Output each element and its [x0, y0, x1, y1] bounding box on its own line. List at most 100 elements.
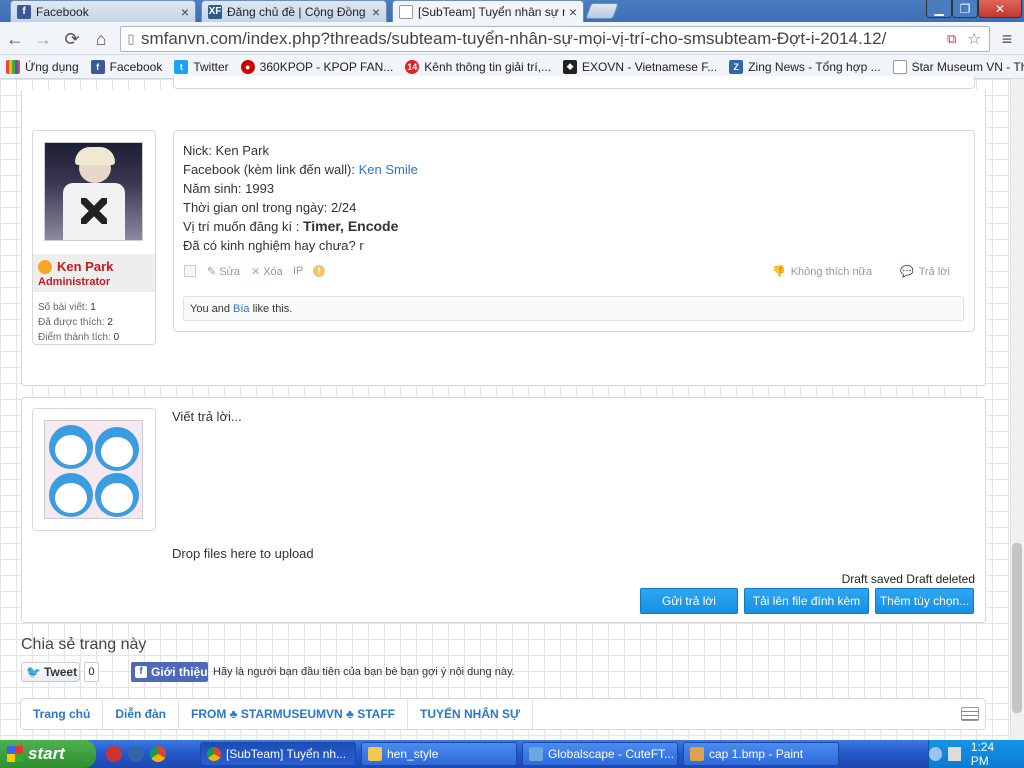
user-stats: Số bài viết: 1 Đã được thích: 2 Điểm thà… [38, 300, 119, 345]
tweet-button[interactable]: 🐦 Tweet [21, 662, 80, 682]
windows-logo-icon [7, 746, 23, 762]
clock[interactable]: 1:24 PM [971, 740, 1012, 768]
url-text: smfanvn.com/index.php?threads/subteam-tu… [141, 29, 887, 48]
facebook-recommend-label: Giới thiệu [151, 665, 208, 679]
xenforo-icon: XF [208, 4, 222, 19]
maximize-button[interactable]: ❐ [952, 0, 978, 18]
liker-link[interactable]: Bía [233, 303, 250, 315]
forward-icon[interactable]: → [32, 28, 54, 50]
apps-icon [6, 59, 20, 74]
tweet-count: 0 [84, 662, 99, 682]
bookmark-twitter[interactable]: t Twitter [174, 59, 229, 74]
reply-button[interactable]: 💬 Trả lời [900, 265, 950, 279]
tab-facebook[interactable]: f Facebook × [10, 0, 196, 22]
stat-label: Điểm thành tích: [38, 332, 111, 343]
chrome-icon[interactable] [150, 746, 166, 762]
drop-zone-text[interactable]: Drop files here to upload [172, 546, 314, 561]
close-window-button[interactable]: ✕ [978, 0, 1022, 18]
system-tray: 1:24 PM [928, 740, 1024, 768]
more-options-button[interactable]: Thêm tùy chọn... [875, 588, 974, 614]
new-tab-button[interactable] [585, 3, 619, 19]
home-icon[interactable]: ⌂ [90, 28, 112, 50]
chrome-icon [207, 747, 221, 761]
reload-icon[interactable]: ⟳ [61, 28, 83, 50]
menu-icon[interactable]: ≡ [996, 28, 1018, 50]
stat-value: 2 [107, 317, 113, 328]
post-line-birth: Năm sinh: 1993 [183, 181, 275, 196]
task-cuteftp[interactable]: Globalscape - CuteFT... [522, 742, 678, 766]
stat-value: 1 [90, 302, 96, 313]
unlike-label: Không thích nữa [790, 265, 873, 278]
edit-button[interactable]: ✎ Sửa [207, 265, 240, 279]
tab-title: Facebook [36, 4, 89, 19]
breadcrumb: Trang chủ Diễn đàn FROM ♣ STARMUSEUMVN ♣… [20, 698, 986, 730]
facebook-recommend-button[interactable]: f Giới thiệu [131, 662, 208, 682]
bookmark-facebook[interactable]: f Facebook [90, 59, 163, 74]
bookmark-exovn[interactable]: ◆ EXOVN - Vietnamese F... [563, 59, 717, 74]
bookmark-label: Facebook [109, 59, 163, 74]
folder-icon [368, 747, 382, 761]
post-line-online: Thời gian onl trong ngày: 2/24 [183, 200, 357, 215]
bookmark-label: Ứng dụng [25, 59, 79, 74]
my-avatar [44, 420, 143, 519]
speech-bubble-icon: 💬 [900, 266, 914, 278]
select-checkbox[interactable] [184, 265, 196, 277]
breadcrumb-home[interactable]: Trang chủ [21, 698, 104, 730]
ie-icon[interactable] [128, 746, 144, 762]
360kpop-icon: ● [240, 59, 255, 74]
task-folder[interactable]: hen_style [361, 742, 517, 766]
bookmark-kenh14[interactable]: 14 Kênh thông tin giải trí,... [405, 59, 551, 74]
task-chrome[interactable]: [SubTeam] Tuyển nh... [200, 742, 356, 766]
tab-xf[interactable]: XF Đăng chủ đề | Cộng Đồng Xe × [201, 0, 387, 22]
bookmark-starmuseum[interactable]: Star Museum VN - The... [892, 59, 1024, 74]
bookmark-apps[interactable]: Ứng dụng [6, 59, 79, 74]
tray-arrow-icon[interactable] [928, 747, 942, 761]
breadcrumb-forums[interactable]: Diễn đàn [103, 698, 180, 730]
stat-posts: Số bài viết: 1 [38, 300, 119, 315]
page-icon [892, 59, 907, 74]
share-title: Chia sẻ trang này [21, 636, 147, 653]
ip-button[interactable]: IP [293, 265, 303, 277]
delete-icon: ✕ [251, 266, 261, 278]
back-icon[interactable]: ← [4, 28, 26, 50]
delete-button[interactable]: ✕ Xóa [251, 265, 283, 279]
scrollbar-thumb[interactable] [1012, 543, 1022, 713]
reply-editor[interactable]: Viết trả lời... [172, 409, 975, 549]
page-icon [399, 4, 413, 19]
close-icon[interactable]: × [372, 4, 380, 20]
tab-title: Đăng chủ đề | Cộng Đồng Xe [227, 4, 368, 19]
volume-icon[interactable] [947, 747, 961, 761]
quicklaunch-icon[interactable] [106, 746, 122, 762]
bookmark-zing[interactable]: Z Zing News - Tổng hợp ... [729, 59, 881, 74]
unlike-button[interactable]: 👎 Không thích nữa [772, 265, 873, 279]
breadcrumb-category[interactable]: FROM ♣ STARMUSEUMVN ♣ STAFF [179, 698, 408, 730]
position-label: Vị trí muốn đăng kí : [183, 219, 303, 234]
username[interactable]: Ken Park [38, 259, 113, 274]
position-value: Timer, Encode [302, 218, 399, 234]
channel14-icon: 14 [405, 59, 420, 74]
facebook-link[interactable]: Ken Smile [359, 162, 418, 177]
thumbs-down-icon: 👎 [772, 266, 786, 278]
ftp-icon [529, 747, 543, 761]
tab-subteam[interactable]: [SubTeam] Tuyển nhân sự m × [392, 0, 584, 22]
start-button[interactable]: start [0, 740, 96, 768]
blocked-icon[interactable]: ⧉ [947, 31, 967, 47]
facebook-label: Facebook (kèm link đến wall): [183, 162, 359, 177]
upload-attachment-button[interactable]: Tải lên file đính kèm [744, 588, 869, 614]
address-bar[interactable]: ▯ smfanvn.com/index.php?threads/subteam-… [120, 26, 990, 52]
user-avatar[interactable] [44, 142, 143, 241]
send-reply-button[interactable]: Gửi trả lời [640, 588, 738, 614]
username-text: Ken Park [57, 259, 114, 274]
task-paint[interactable]: cap 1.bmp - Paint [683, 742, 839, 766]
breadcrumb-subforum[interactable]: TUYỂN NHÂN SỰ [408, 698, 533, 730]
report-icon[interactable]: ! [313, 265, 325, 277]
minimize-button[interactable]: ▁ [926, 0, 952, 18]
likes-suffix: like this. [249, 303, 293, 315]
reply-placeholder: Viết trả lời... [172, 409, 242, 424]
bookmark-360kpop[interactable]: ● 360KPOP - KPOP FAN... [240, 59, 393, 74]
exovn-icon: ◆ [563, 59, 578, 74]
close-icon[interactable]: × [569, 4, 577, 20]
star-icon[interactable]: ☆ [967, 29, 989, 49]
close-icon[interactable]: × [181, 4, 189, 20]
jump-menu-icon[interactable] [961, 707, 979, 721]
